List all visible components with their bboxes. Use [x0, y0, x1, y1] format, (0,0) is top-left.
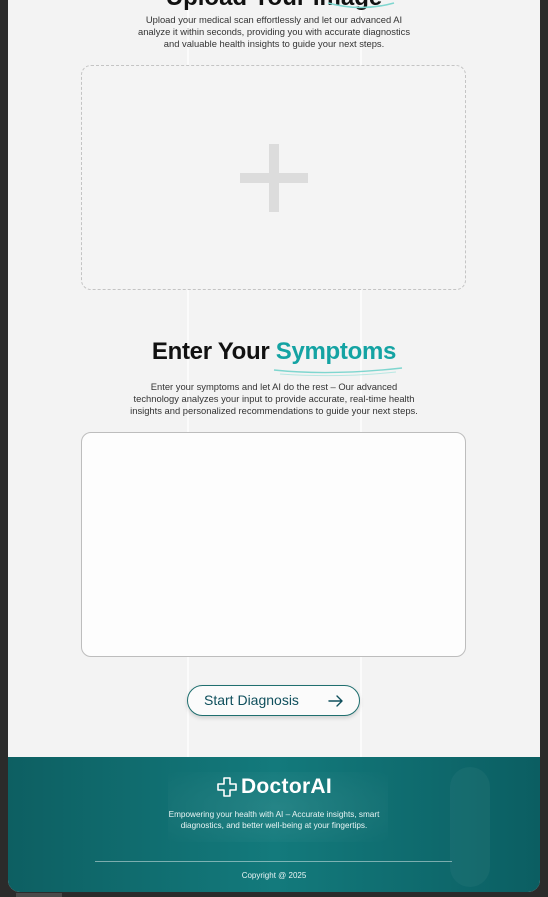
symptoms-title-prefix: Enter Your	[151, 338, 276, 365]
footer-brand: DoctorAI	[8, 775, 540, 802]
footer-tagline-line: diagnostics, and better well-being at yo…	[180, 821, 368, 830]
medical-cross-icon	[217, 777, 237, 797]
footer-tagline: Empowering your health with AI – Accurat…	[8, 809, 540, 831]
upload-description-line: and valuable health insights to guide yo…	[163, 38, 385, 49]
arrow-right-icon	[328, 695, 343, 707]
page: Upload Your Image Upload your medical sc…	[8, 0, 540, 892]
title-underline-swoosh	[327, 2, 395, 9]
upload-description-line: analyze it within seconds, providing you…	[137, 26, 411, 37]
scrollbar-thumb[interactable]	[16, 893, 62, 897]
footer-tagline-line: Empowering your health with AI – Accurat…	[168, 810, 380, 819]
footer: DoctorAI Empowering your health with AI …	[8, 757, 540, 892]
symptoms-description: Enter your symptoms and let AI do the re…	[8, 381, 540, 417]
start-diagnosis-label: Start Diagnosis	[204, 692, 299, 708]
symptoms-section-title: Enter Your Symptoms	[8, 338, 540, 366]
brand-name: DoctorAI	[240, 775, 333, 798]
upload-description-line: Upload your medical scan effortlessly an…	[145, 14, 403, 25]
symptoms-title-accent: Symptoms	[275, 338, 397, 365]
footer-divider	[95, 861, 452, 862]
symptoms-input[interactable]	[81, 432, 466, 657]
symptoms-description-line: technology analyzes your input to provid…	[133, 393, 415, 404]
start-diagnosis-button[interactable]: Start Diagnosis	[187, 685, 360, 716]
copyright-text: Copyright @ 2025	[241, 871, 307, 880]
upload-description: Upload your medical scan effortlessly an…	[8, 14, 540, 50]
symptoms-description-line: Enter your symptoms and let AI do the re…	[150, 381, 398, 392]
symptoms-description-line: insights and personalized recommendation…	[130, 405, 418, 416]
image-upload-dropzone[interactable]	[81, 65, 466, 290]
plus-icon	[240, 144, 308, 212]
title-underline-swoosh	[273, 367, 403, 377]
upload-section-title-wrap: Upload Your Image	[8, 0, 540, 11]
